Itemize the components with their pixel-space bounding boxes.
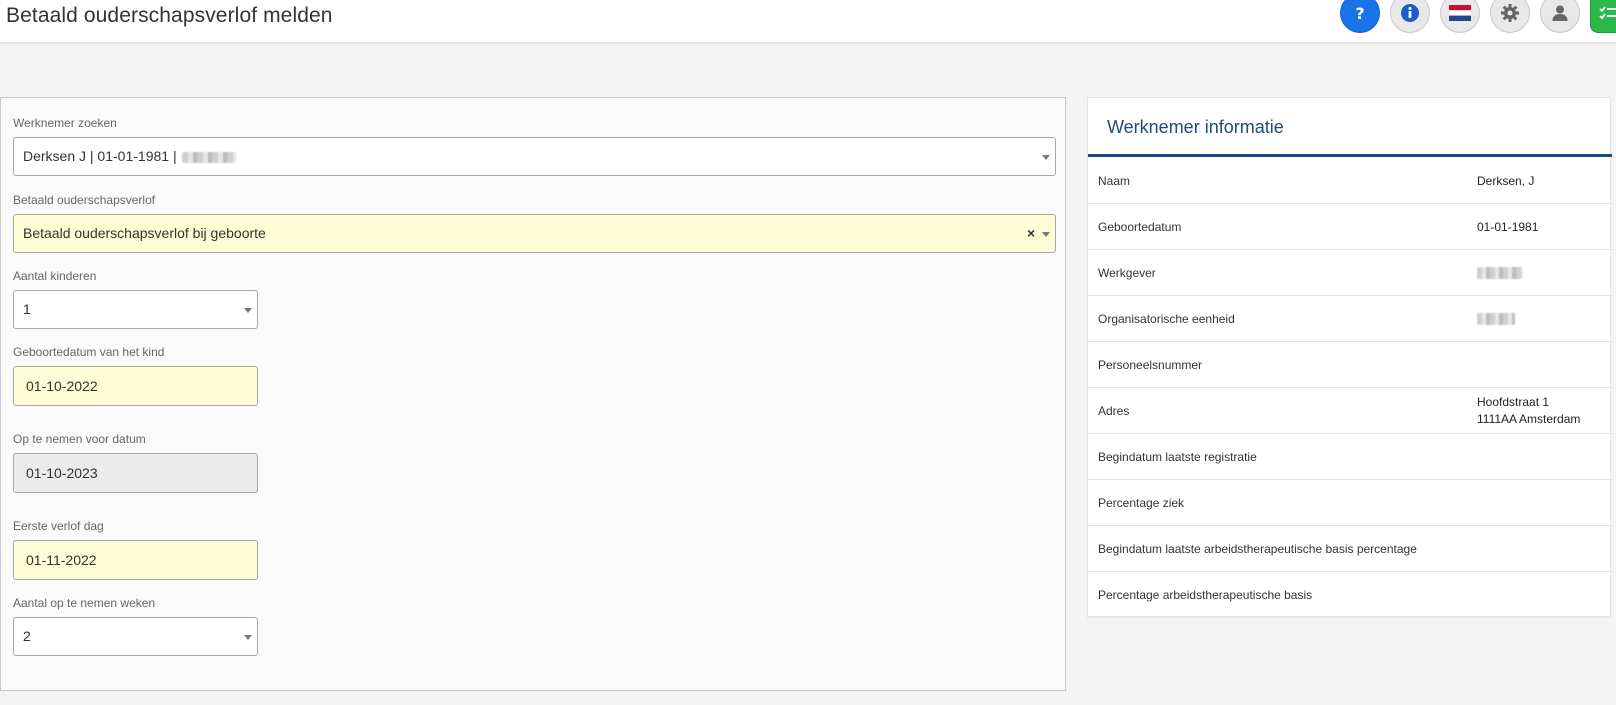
- employee-info-title: Werknemer informatie: [1107, 117, 1284, 137]
- first-leave-day-label: Eerste verlof dag: [13, 519, 104, 533]
- chevron-down-icon: [244, 635, 252, 640]
- leave-type-select[interactable]: Betaald ouderschapsverlof bij geboorte ×: [13, 214, 1056, 253]
- redacted-value: [182, 151, 237, 163]
- info-value: 01-01-1981: [1477, 220, 1539, 234]
- info-value: Hoofdstraat 1 1111AA Amsterdam: [1477, 394, 1580, 428]
- redacted-value: [1477, 313, 1515, 325]
- take-before-date-input: 01-10-2023: [13, 453, 258, 493]
- info-key: Personeelsnummer: [1098, 358, 1203, 372]
- weeks-count-value: 2: [23, 628, 31, 644]
- info-row-employer: Werkgever: [1088, 250, 1612, 296]
- weeks-count-select[interactable]: 2: [13, 617, 258, 656]
- page-title: Betaald ouderschapsverlof melden: [6, 4, 333, 27]
- info-key: Naam: [1098, 174, 1131, 188]
- info-key: Organisatorische eenheid: [1098, 312, 1235, 326]
- take-before-date-label: Op te nemen voor datum: [13, 432, 146, 446]
- info-key: Percentage arbeidstherapeutische basis: [1098, 588, 1313, 602]
- children-count-value: 1: [23, 301, 31, 317]
- employee-search-select[interactable]: Derksen J | 01-01-1981 |: [13, 137, 1056, 176]
- employee-search-value: Derksen J | 01-01-1981 |: [23, 148, 177, 164]
- info-key: Geboortedatum: [1098, 220, 1182, 234]
- children-count-select[interactable]: 1: [13, 290, 258, 329]
- info-row-therapeutic-percentage: Percentage arbeidstherapeutische basis: [1088, 572, 1612, 618]
- checklist-icon: [1599, 6, 1616, 20]
- children-count-label: Aantal kinderen: [13, 269, 97, 283]
- chevron-down-icon: [1042, 155, 1050, 160]
- help-icon: ?: [1355, 4, 1364, 22]
- info-value: Derksen, J: [1477, 174, 1535, 188]
- svg-text:?: ?: [1355, 4, 1364, 22]
- leave-form: Werknemer zoeken Derksen J | 01-01-1981 …: [0, 97, 1066, 691]
- info-row-name: Naam Derksen, J: [1088, 158, 1612, 204]
- leave-type-value: Betaald ouderschapsverlof bij geboorte: [23, 225, 266, 241]
- clear-icon[interactable]: ×: [1027, 215, 1035, 252]
- info-key: Begindatum laatste arbeidstherapeutische…: [1098, 542, 1417, 556]
- info-row-org-unit: Organisatorische eenheid: [1088, 296, 1612, 342]
- info-key: Begindatum laatste registratie: [1098, 450, 1257, 464]
- address-line-2: 1111AA Amsterdam: [1477, 412, 1581, 426]
- info-icon: [1401, 4, 1419, 22]
- info-row-birthdate: Geboortedatum 01-01-1981: [1088, 204, 1612, 250]
- redacted-value: [1477, 267, 1523, 279]
- info-row-personnel-number: Personeelsnummer: [1088, 342, 1612, 388]
- user-icon: [1552, 5, 1568, 21]
- info-row-therapeutic-start: Begindatum laatste arbeidstherapeutische…: [1088, 526, 1612, 572]
- dutch-flag-icon: [1449, 5, 1471, 21]
- info-row-address: Adres Hoofdstraat 1 1111AA Amsterdam: [1088, 388, 1612, 434]
- address-line-1: Hoofdstraat 1: [1477, 395, 1550, 409]
- first-leave-day-input[interactable]: 01-11-2022: [13, 540, 258, 580]
- chevron-down-icon: [1042, 232, 1050, 237]
- title-divider: [1088, 154, 1612, 157]
- gear-icon: [1501, 4, 1519, 22]
- weeks-count-label: Aantal op te nemen weken: [13, 596, 156, 610]
- child-birthdate-label: Geboortedatum van het kind: [13, 345, 165, 359]
- employee-info-panel: Werknemer informatie Naam Derksen, J Geb…: [1087, 97, 1612, 618]
- info-key: Adres: [1098, 404, 1130, 418]
- info-row-sick-percentage: Percentage ziek: [1088, 480, 1612, 526]
- child-birthdate-input[interactable]: 01-10-2022: [13, 366, 258, 406]
- chevron-down-icon: [244, 308, 252, 313]
- info-key: Percentage ziek: [1098, 496, 1185, 510]
- leave-type-label: Betaald ouderschapsverlof: [13, 193, 156, 207]
- tasks-button[interactable]: [1590, 0, 1616, 33]
- info-key: Werkgever: [1098, 266, 1156, 280]
- info-row-last-registration: Begindatum laatste registratie: [1088, 434, 1612, 480]
- employee-search-label: Werknemer zoeken: [13, 116, 117, 130]
